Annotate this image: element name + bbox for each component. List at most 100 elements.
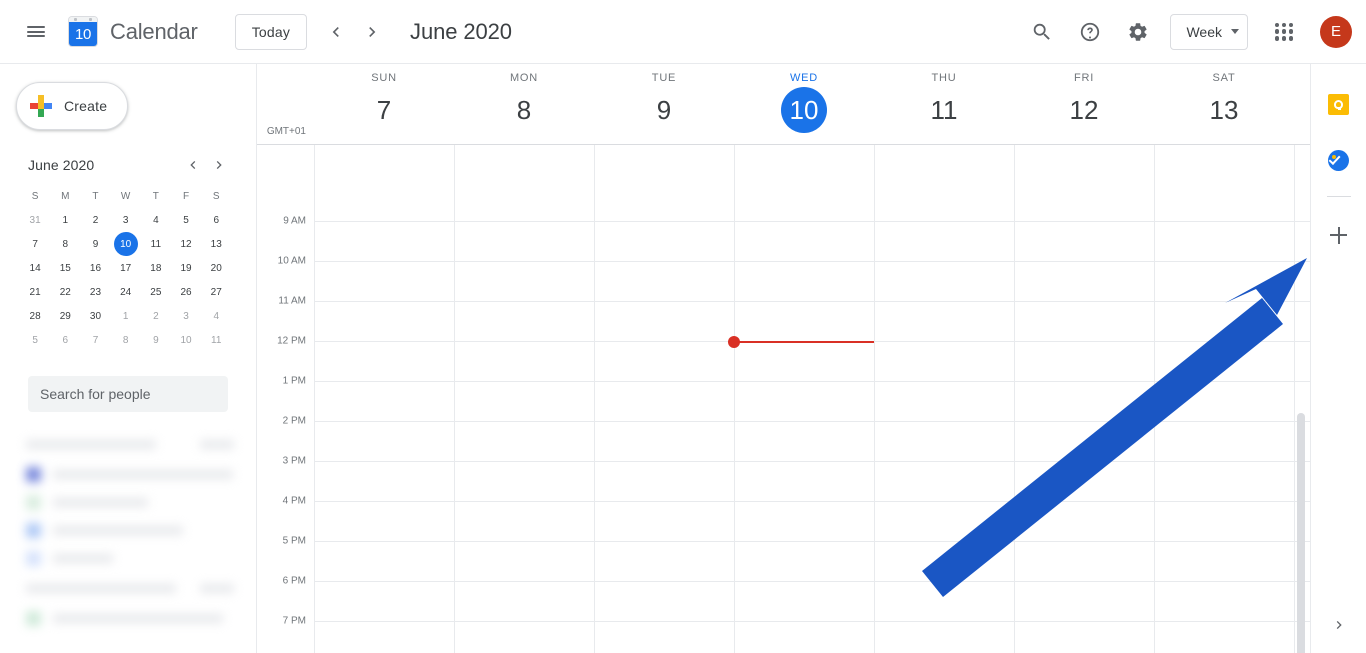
mini-calendar-day[interactable]: 11: [141, 232, 171, 256]
menu-bar: [27, 26, 45, 29]
mini-calendar-day[interactable]: 8: [50, 232, 80, 256]
mini-calendar-day[interactable]: 20: [201, 256, 231, 280]
mini-calendar-day[interactable]: 10: [171, 328, 201, 352]
mini-calendar-day[interactable]: 2: [141, 304, 171, 328]
mini-calendar-day-label: 26: [180, 286, 192, 298]
mini-calendar-day[interactable]: 4: [201, 304, 231, 328]
day-headers-row: GMT+01 SUN 7 MON 8 TUE 9 WED 10 THU 11 FRI 12 SAT 13: [257, 64, 1311, 144]
mini-calendar-prev-button[interactable]: [180, 152, 206, 178]
add-app-button[interactable]: [1319, 215, 1359, 255]
day-header-sat[interactable]: SAT 13: [1154, 64, 1294, 144]
mini-calendar-day[interactable]: 17: [111, 256, 141, 280]
day-header-wed[interactable]: WED 10: [734, 64, 874, 144]
current-time-line: [734, 341, 874, 343]
mini-calendar-day[interactable]: 11: [201, 328, 231, 352]
mini-calendar-day[interactable]: 18: [141, 256, 171, 280]
mini-calendar-day[interactable]: 22: [50, 280, 80, 304]
google-apps-button[interactable]: [1260, 8, 1308, 56]
day-column-divider: [1154, 145, 1155, 653]
search-for-people-input[interactable]: [28, 376, 228, 412]
mini-calendar-day[interactable]: 26: [171, 280, 201, 304]
mini-calendar-day[interactable]: 12: [171, 232, 201, 256]
expand-side-panel-button[interactable]: [1319, 605, 1359, 645]
vertical-scrollbar[interactable]: [1297, 413, 1305, 653]
mini-calendar-day-label: 6: [213, 214, 219, 226]
previous-week-button[interactable]: [318, 14, 354, 50]
header-left-group: 10 Calendar Today June 2020: [0, 8, 512, 56]
mini-calendar-day[interactable]: 1: [111, 304, 141, 328]
mini-calendar-day-label: 5: [32, 334, 38, 346]
mini-calendar-day[interactable]: 8: [111, 328, 141, 352]
gear-icon: [1129, 22, 1148, 41]
next-week-button[interactable]: [354, 14, 390, 50]
help-button[interactable]: [1066, 8, 1114, 56]
mini-calendar-day[interactable]: 25: [141, 280, 171, 304]
mini-calendar-day[interactable]: 7: [20, 232, 50, 256]
day-header-fri[interactable]: FRI 12: [1014, 64, 1154, 144]
search-button[interactable]: [1018, 8, 1066, 56]
mini-calendar-day[interactable]: 3: [111, 208, 141, 232]
day-header-tue[interactable]: TUE 9: [594, 64, 734, 144]
mini-calendar-day-label: 14: [29, 262, 41, 274]
hour-label: 1 PM: [282, 375, 306, 387]
mini-calendar-day[interactable]: 13: [201, 232, 231, 256]
hamburger-menu-icon[interactable]: [12, 8, 60, 56]
mini-calendar-day[interactable]: 14: [20, 256, 50, 280]
chevron-right-icon: [369, 26, 376, 37]
mini-calendar-day[interactable]: 21: [20, 280, 50, 304]
mini-calendar-day-label: 3: [122, 214, 129, 226]
day-number[interactable]: 8: [501, 87, 547, 133]
day-number[interactable]: 11: [921, 87, 967, 133]
mini-calendar-day-label: 2: [153, 310, 159, 322]
mini-calendar-day[interactable]: 10: [111, 232, 141, 256]
mini-calendar-day-label: 25: [150, 286, 162, 298]
day-number[interactable]: 9: [641, 87, 687, 133]
day-number[interactable]: 13: [1201, 87, 1247, 133]
google-keep-button[interactable]: [1319, 84, 1359, 124]
mini-calendar-day-label: 2: [92, 214, 99, 226]
mini-calendar-day[interactable]: 6: [50, 328, 80, 352]
mini-calendar-day[interactable]: 3: [171, 304, 201, 328]
mini-calendar-day[interactable]: 28: [20, 304, 50, 328]
mini-calendar-day[interactable]: 27: [201, 280, 231, 304]
mini-calendar-day[interactable]: 5: [20, 328, 50, 352]
mini-calendar-day[interactable]: 31: [20, 208, 50, 232]
day-number[interactable]: 10: [781, 87, 827, 133]
day-header-sun[interactable]: SUN 7: [314, 64, 454, 144]
mini-calendar-next-button[interactable]: [206, 152, 232, 178]
day-number[interactable]: 12: [1061, 87, 1107, 133]
day-number[interactable]: 7: [361, 87, 407, 133]
view-mode-dropdown[interactable]: Week: [1170, 13, 1248, 50]
mini-calendar-day[interactable]: 7: [80, 328, 110, 352]
today-button[interactable]: Today: [234, 13, 308, 50]
mini-calendar-day[interactable]: 24: [111, 280, 141, 304]
settings-button[interactable]: [1114, 8, 1162, 56]
mini-calendar-day[interactable]: 30: [80, 304, 110, 328]
time-gutter: 9 AM 10 AM 11 AM 12 PM 1 PM 2 PM 3 PM 4 PM 5 PM 6…: [257, 145, 314, 653]
hour-label: 11 AM: [278, 295, 306, 307]
mini-calendar-day[interactable]: 9: [80, 232, 110, 256]
mini-calendar-day[interactable]: 9: [141, 328, 171, 352]
day-of-week-label: TUE: [651, 72, 677, 84]
calendar-logo-icon[interactable]: 10: [64, 13, 102, 51]
mini-calendar-day[interactable]: 29: [50, 304, 80, 328]
day-header-thu[interactable]: THU 11: [874, 64, 1014, 144]
mini-calendar-day[interactable]: 19: [171, 256, 201, 280]
mini-calendar-day[interactable]: 5: [171, 208, 201, 232]
avatar[interactable]: E: [1320, 15, 1352, 48]
mini-calendar-day[interactable]: 1: [50, 208, 80, 232]
mini-calendar-day[interactable]: 15: [50, 256, 80, 280]
day-of-week-label: FRI: [1073, 72, 1095, 84]
plus-icon: [1330, 226, 1347, 244]
mini-calendar-day[interactable]: 2: [80, 208, 110, 232]
create-button[interactable]: Create: [16, 82, 128, 130]
day-header-mon[interactable]: MON 8: [454, 64, 594, 144]
time-grid-scroll-area[interactable]: 9 AM 10 AM 11 AM 12 PM 1 PM 2 PM 3 PM 4 PM 5 PM 6…: [257, 144, 1311, 653]
redacted-bar: [53, 525, 183, 535]
google-tasks-button[interactable]: [1319, 140, 1359, 180]
mini-calendar-day[interactable]: 23: [80, 280, 110, 304]
mini-calendar-day[interactable]: 16: [80, 256, 110, 280]
mini-calendar-day[interactable]: 6: [201, 208, 231, 232]
mini-calendar-day[interactable]: 4: [141, 208, 171, 232]
redacted-bar: [53, 497, 148, 507]
